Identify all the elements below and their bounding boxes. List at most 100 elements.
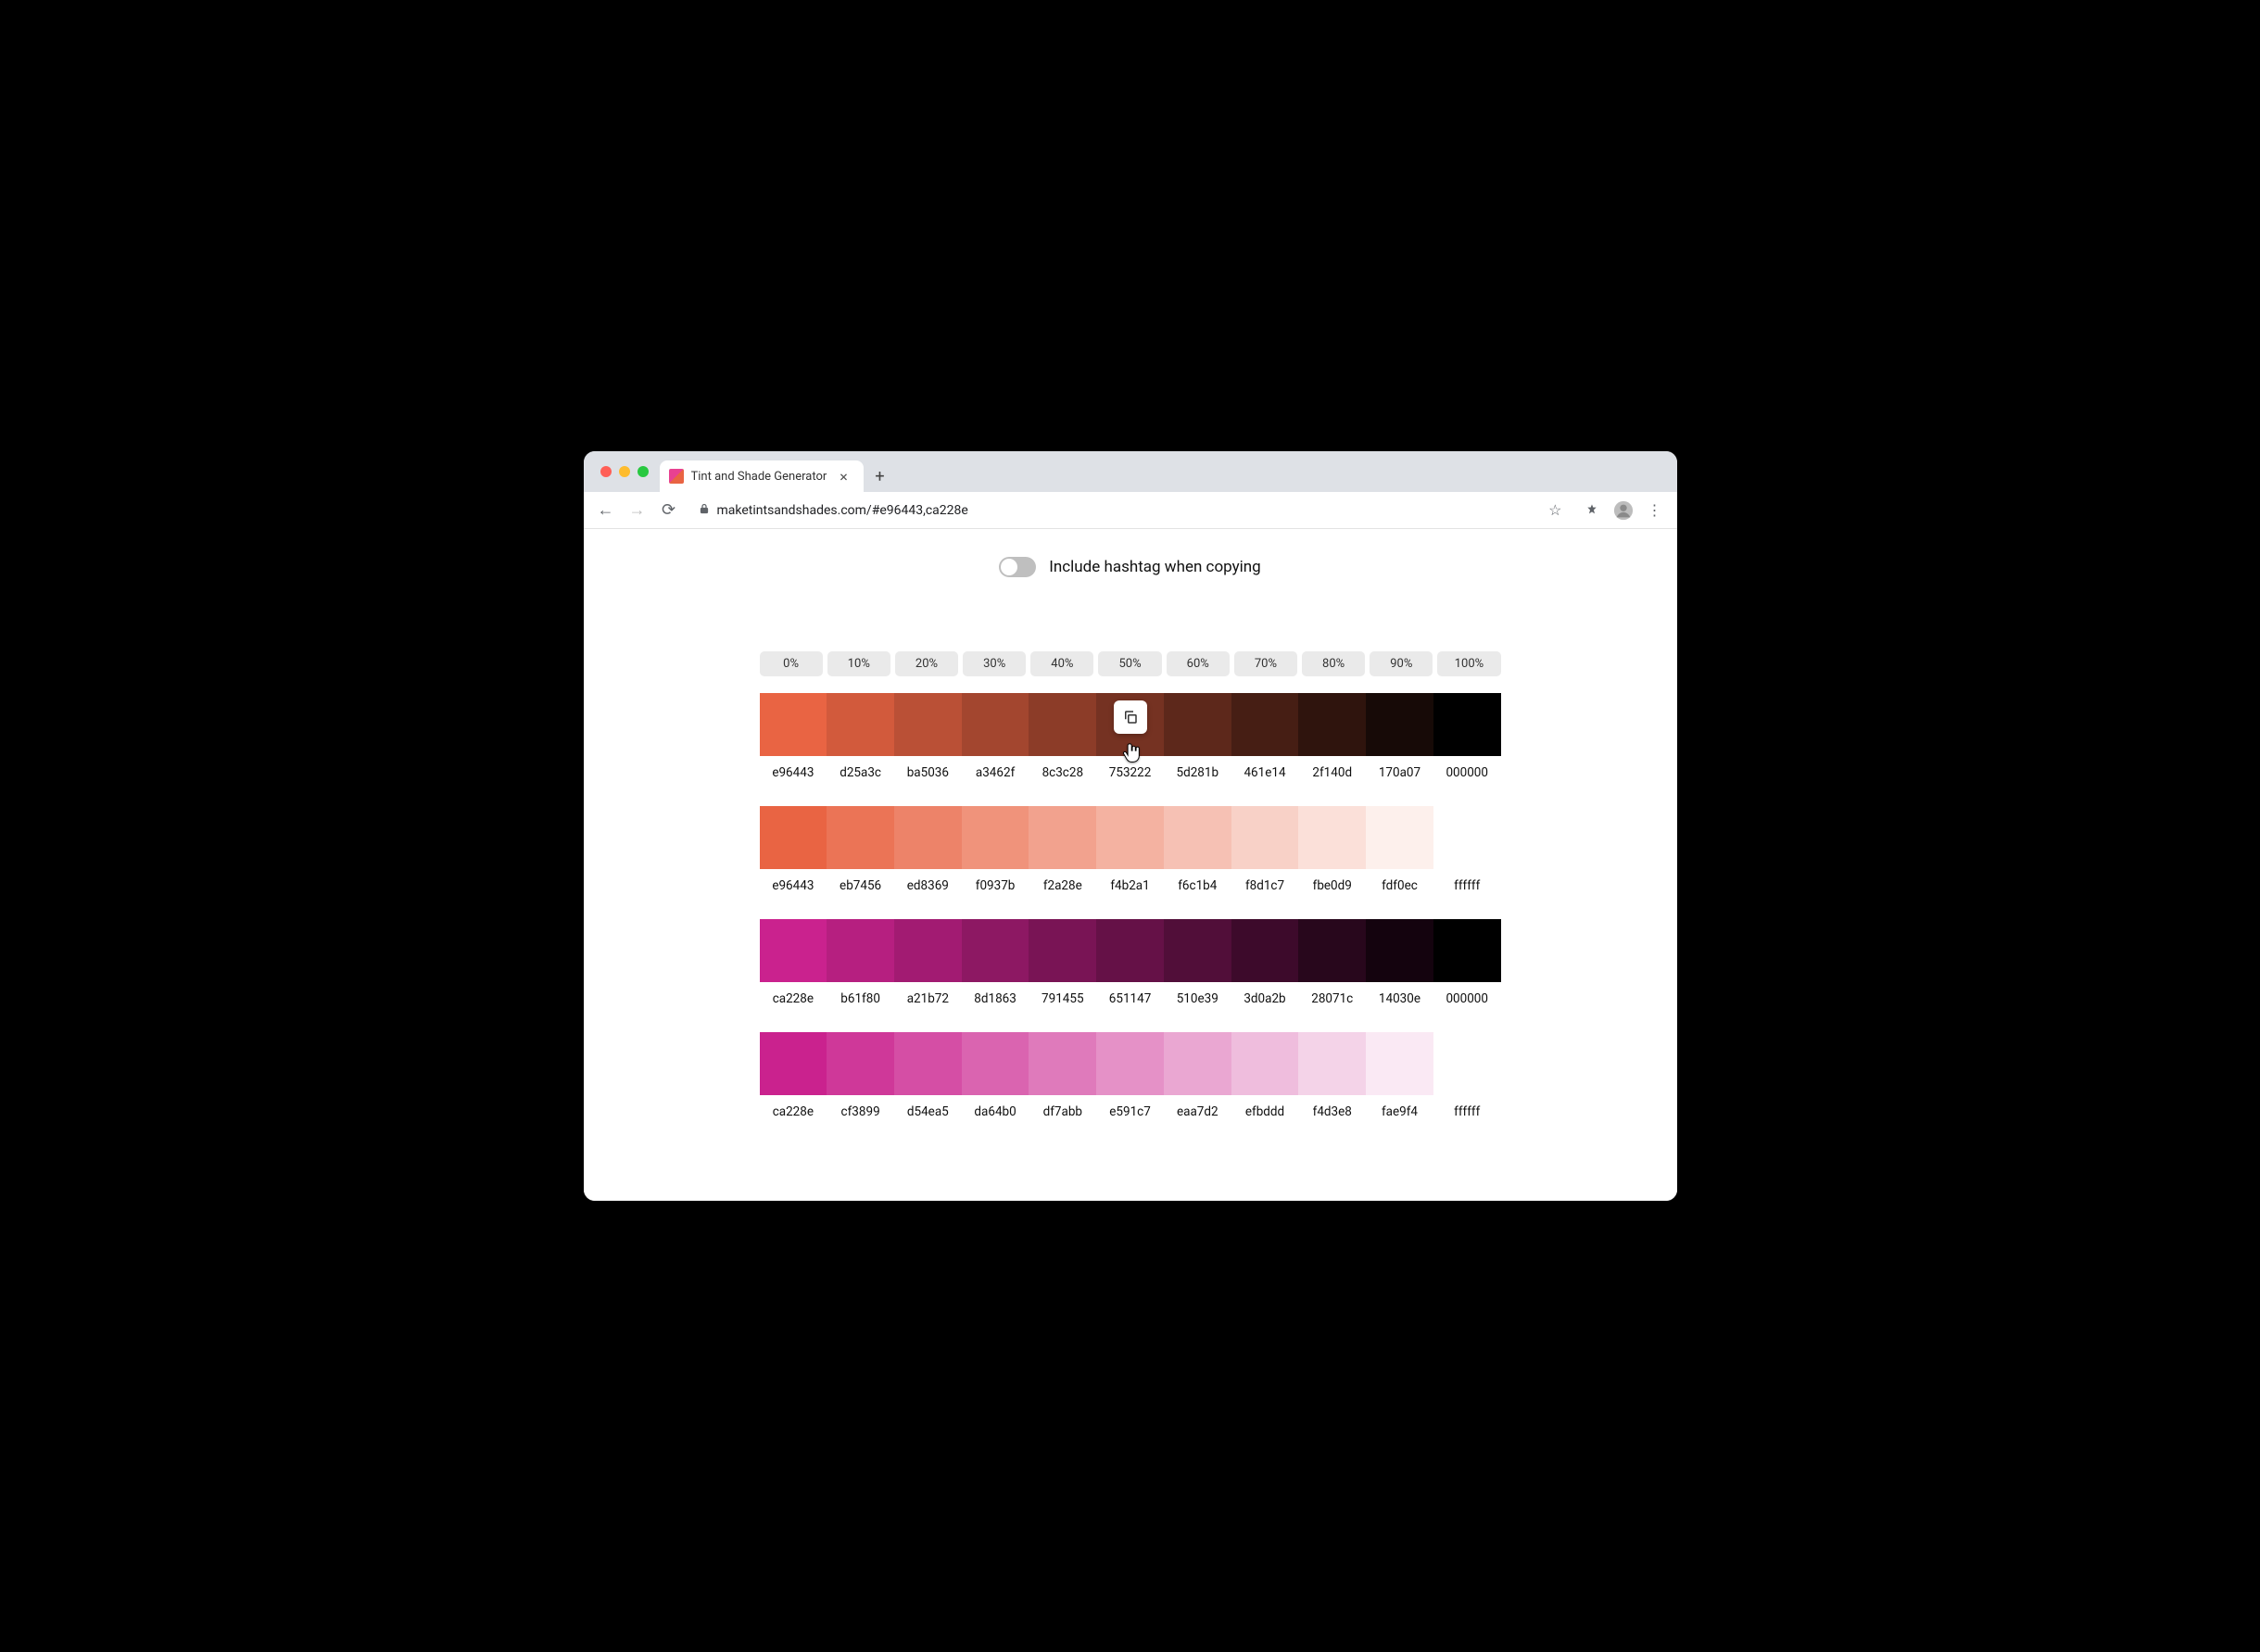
color-swatch[interactable]: [1231, 1032, 1299, 1095]
color-swatch[interactable]: [1029, 693, 1096, 756]
minimize-window-button[interactable]: [619, 466, 630, 477]
copy-icon[interactable]: [1114, 700, 1147, 734]
color-swatch[interactable]: [1366, 806, 1433, 869]
hex-label: a21b72: [894, 991, 962, 1006]
hex-label: 510e39: [1164, 991, 1231, 1006]
browser-tab[interactable]: Tint and Shade Generator ×: [660, 460, 864, 492]
color-swatch[interactable]: [894, 693, 962, 756]
color-swatch[interactable]: [760, 1032, 827, 1095]
percentage-pill[interactable]: 30%: [963, 651, 1026, 676]
color-swatch[interactable]: [1231, 919, 1299, 982]
hex-label: efbddd: [1231, 1104, 1299, 1119]
hex-label: 8c3c28: [1029, 765, 1096, 780]
hex-label: da64b0: [962, 1104, 1029, 1119]
color-swatch[interactable]: [1164, 806, 1231, 869]
color-swatch[interactable]: [1366, 919, 1433, 982]
color-swatch[interactable]: [1164, 919, 1231, 982]
color-swatch[interactable]: [1366, 693, 1433, 756]
color-swatch[interactable]: [1231, 693, 1299, 756]
hex-label: fbe0d9: [1298, 878, 1366, 893]
color-swatch[interactable]: [962, 1032, 1029, 1095]
address-bar[interactable]: maketintsandshades.com/#e96443,ca228e ☆: [689, 497, 1572, 524]
color-swatch[interactable]: [760, 806, 827, 869]
hex-label: f6c1b4: [1164, 878, 1231, 893]
color-swatch[interactable]: [1096, 806, 1164, 869]
hashtag-toggle[interactable]: [999, 557, 1036, 577]
percentage-pill[interactable]: 50%: [1098, 651, 1161, 676]
hex-label: 000000: [1433, 991, 1501, 1006]
percentage-pill[interactable]: 40%: [1030, 651, 1093, 676]
percentage-pill[interactable]: 80%: [1302, 651, 1365, 676]
forward-button[interactable]: →: [626, 499, 649, 522]
back-button[interactable]: ←: [595, 499, 617, 522]
color-swatch[interactable]: [827, 1032, 894, 1095]
hex-row: e96443d25a3cba5036a3462f8c3c287532225d28…: [760, 765, 1501, 780]
new-tab-button[interactable]: +: [867, 463, 893, 489]
hex-label: 14030e: [1366, 991, 1433, 1006]
color-swatch[interactable]: [827, 693, 894, 756]
color-swatch[interactable]: [1433, 919, 1501, 982]
hex-label: 3d0a2b: [1231, 991, 1299, 1006]
color-swatch[interactable]: [962, 693, 1029, 756]
percentage-pill[interactable]: 60%: [1167, 651, 1230, 676]
color-swatch[interactable]: [962, 919, 1029, 982]
color-swatch[interactable]: [894, 1032, 962, 1095]
close-window-button[interactable]: [600, 466, 612, 477]
color-swatch[interactable]: [1366, 1032, 1433, 1095]
hashtag-toggle-row: Include hashtag when copying: [584, 557, 1677, 577]
palette-block: ca228eb61f80a21b728d1863791455651147510e…: [760, 919, 1501, 1006]
color-swatch[interactable]: [827, 919, 894, 982]
color-swatch[interactable]: [1096, 693, 1164, 756]
percentage-pill[interactable]: 100%: [1437, 651, 1500, 676]
percentage-pill[interactable]: 20%: [895, 651, 958, 676]
hex-label: df7abb: [1029, 1104, 1096, 1119]
lock-icon: [699, 503, 710, 517]
percentage-pill[interactable]: 70%: [1234, 651, 1297, 676]
color-swatch[interactable]: [894, 806, 962, 869]
hex-label: ca228e: [760, 1104, 827, 1119]
color-swatch[interactable]: [1298, 919, 1366, 982]
percentage-pill[interactable]: 0%: [760, 651, 823, 676]
hex-row: ca228ecf3899d54ea5da64b0df7abbe591c7eaa7…: [760, 1104, 1501, 1119]
color-swatch[interactable]: [1298, 693, 1366, 756]
color-swatch[interactable]: [1029, 1032, 1096, 1095]
color-swatch[interactable]: [1096, 919, 1164, 982]
color-swatch[interactable]: [1433, 1032, 1501, 1095]
hex-label: eb7456: [827, 878, 894, 893]
close-tab-button[interactable]: ×: [836, 468, 852, 486]
hex-label: f0937b: [962, 878, 1029, 893]
reload-button[interactable]: ⟳: [658, 499, 680, 522]
color-swatch[interactable]: [1096, 1032, 1164, 1095]
palette-block: e96443eb7456ed8369f0937bf2a28ef4b2a1f6c1…: [760, 806, 1501, 893]
hex-label: 651147: [1096, 991, 1164, 1006]
extension-icon[interactable]: [1581, 499, 1603, 522]
color-swatch[interactable]: [1433, 693, 1501, 756]
bookmark-button[interactable]: ☆: [1543, 501, 1567, 519]
window-controls: [595, 451, 656, 492]
color-swatch[interactable]: [1029, 919, 1096, 982]
color-swatch[interactable]: [1231, 806, 1299, 869]
hex-label: 2f140d: [1298, 765, 1366, 780]
menu-button[interactable]: ⋮: [1644, 499, 1666, 522]
percentage-pill[interactable]: 90%: [1370, 651, 1433, 676]
color-swatch[interactable]: [1298, 1032, 1366, 1095]
color-swatch[interactable]: [1164, 693, 1231, 756]
color-swatch[interactable]: [962, 806, 1029, 869]
profile-button[interactable]: [1612, 499, 1635, 522]
hex-label: f8d1c7: [1231, 878, 1299, 893]
color-swatch[interactable]: [1433, 806, 1501, 869]
color-swatch[interactable]: [1164, 1032, 1231, 1095]
color-swatch[interactable]: [894, 919, 962, 982]
maximize-window-button[interactable]: [638, 466, 649, 477]
hex-label: e96443: [760, 878, 827, 893]
hex-label: e96443: [760, 765, 827, 780]
color-swatch[interactable]: [1029, 806, 1096, 869]
color-swatch[interactable]: [760, 693, 827, 756]
percentage-pill[interactable]: 10%: [827, 651, 890, 676]
color-swatch[interactable]: [760, 919, 827, 982]
browser-window: Tint and Shade Generator × + ← → ⟳ maket…: [584, 451, 1677, 1201]
color-swatch[interactable]: [827, 806, 894, 869]
hex-label: 170a07: [1366, 765, 1433, 780]
hex-label: a3462f: [962, 765, 1029, 780]
color-swatch[interactable]: [1298, 806, 1366, 869]
